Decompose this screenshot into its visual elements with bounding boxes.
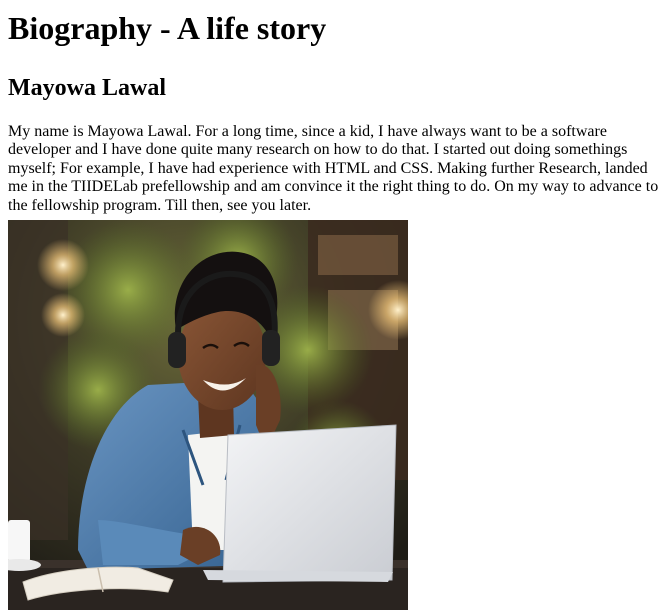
person-with-laptop-photo-icon	[8, 220, 408, 610]
profile-photo	[8, 220, 408, 610]
biography-page: Biography - A life story Mayowa Lawal My…	[8, 0, 662, 215]
name-heading: Mayowa Lawal	[8, 75, 166, 101]
bio-paragraph: My name is Mayowa Lawal. For a long time…	[8, 123, 659, 214]
page-title: Biography - A life story	[8, 10, 327, 46]
